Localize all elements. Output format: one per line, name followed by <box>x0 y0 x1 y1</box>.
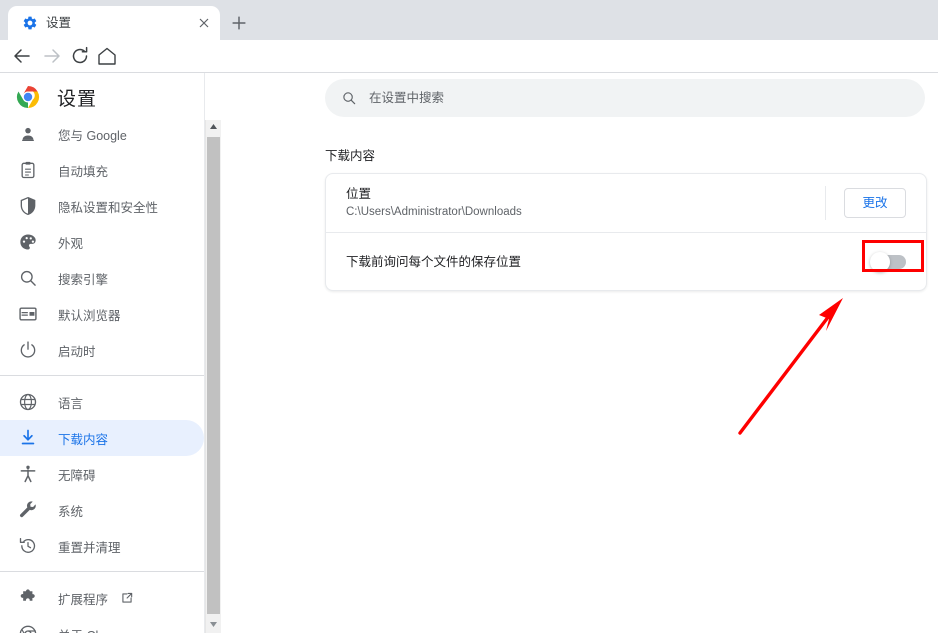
tab-title: 设置 <box>46 16 72 30</box>
sidebar-item-label: 扩展程序 <box>58 592 109 607</box>
sidebar-item-label: 默认浏览器 <box>58 308 121 323</box>
ask-where-to-save-label: 下载前询问每个文件的保存位置 <box>346 254 522 269</box>
ask-where-to-save-toggle[interactable] <box>870 251 906 272</box>
palette-icon <box>20 234 36 250</box>
chrome-logo-icon <box>16 86 40 108</box>
magnifier-icon <box>20 270 36 286</box>
search-icon <box>343 92 356 105</box>
row-divider <box>825 186 826 220</box>
close-icon[interactable] <box>196 15 212 31</box>
settings-page: 设置 您与 Google 自动填充 隐私设置和安全性 外观 搜索引擎 默认浏览器… <box>0 73 938 633</box>
browser-toolbar: Chrome chrome://settings/downloads <box>0 40 938 108</box>
sidebar-divider-2 <box>0 571 204 572</box>
external-link-icon <box>122 592 133 603</box>
power-icon <box>20 341 36 358</box>
sidebar-item-downloads[interactable]: 下载内容 <box>0 420 204 456</box>
download-location-row: 位置 C:\Users\Administrator\Downloads 更改 <box>326 174 926 232</box>
clipboard-icon <box>21 161 35 179</box>
scroll-up-arrow-icon <box>210 124 217 129</box>
sidebar-item-label: 启动时 <box>58 344 96 359</box>
sidebar-item-label: 搜索引擎 <box>58 272 109 287</box>
sidebar-item-label: 下载内容 <box>58 432 109 447</box>
home-button[interactable] <box>95 44 119 68</box>
scrollbar-thumb[interactable] <box>207 137 220 614</box>
page-scrollbar[interactable] <box>205 120 221 633</box>
wrench-icon <box>19 501 36 518</box>
sidebar-item-appearance[interactable]: 外观 <box>0 224 204 260</box>
sidebar-item-label: 系统 <box>58 504 84 519</box>
new-tab-button[interactable] <box>228 12 250 34</box>
sidebar-item-label: 语言 <box>58 396 84 411</box>
gear-icon <box>23 16 37 30</box>
sidebar-item-label: 隐私设置和安全性 <box>58 200 159 215</box>
sidebar-item-autofill[interactable]: 自动填充 <box>0 152 204 188</box>
download-location-texts: 位置 C:\Users\Administrator\Downloads <box>346 185 825 221</box>
settings-sidebar: 设置 您与 Google 自动填充 隐私设置和安全性 外观 搜索引擎 默认浏览器… <box>0 73 204 633</box>
settings-header: 设置 <box>0 78 97 116</box>
puzzle-icon <box>20 589 35 601</box>
sidebar-item-label: 您与 Google <box>58 128 127 143</box>
forward-button[interactable] <box>40 44 64 68</box>
toggle-knob <box>870 251 890 272</box>
sidebar-item-label: 自动填充 <box>58 164 109 179</box>
sidebar-item-privacy-and-security[interactable]: 隐私设置和安全性 <box>0 188 204 224</box>
sidebar-divider-1 <box>0 375 204 376</box>
sidebar-item-reset-and-clean-up[interactable]: 重置并清理 <box>0 528 204 564</box>
sidebar-item-label: 外观 <box>58 236 84 251</box>
accessibility-icon <box>20 465 36 483</box>
ask-where-to-save-texts: 下载前询问每个文件的保存位置 <box>346 253 872 271</box>
sidebar-item-label: 关于 Chrome <box>58 625 131 633</box>
tab-strip: 设置 <box>0 0 938 40</box>
download-icon <box>21 429 35 445</box>
downloads-settings-card: 位置 C:\Users\Administrator\Downloads 更改 下… <box>325 173 927 291</box>
settings-main: 下载内容 位置 C:\Users\Administrator\Downloads… <box>221 73 938 633</box>
download-location-label: 位置 <box>346 187 372 201</box>
sidebar-item-default-browser[interactable]: 默认浏览器 <box>0 296 204 332</box>
sidebar-item-label: 无障碍 <box>58 468 96 483</box>
change-location-button[interactable]: 更改 <box>844 188 906 218</box>
scroll-down-arrow-icon <box>210 622 217 627</box>
ask-where-to-save-row: 下载前询问每个文件的保存位置 <box>326 232 926 290</box>
settings-search-box[interactable] <box>325 79 925 117</box>
sidebar-item-label: 重置并清理 <box>58 540 121 555</box>
tab-settings[interactable]: 设置 <box>8 6 220 40</box>
sidebar-item-extensions[interactable]: 扩展程序 <box>0 580 204 616</box>
sidebar-item-about-chrome[interactable]: 关于 Chrome <box>0 616 204 633</box>
chrome-outline-icon <box>19 625 37 633</box>
page-title: 设置 <box>57 88 98 110</box>
browser-window-icon <box>19 307 37 321</box>
download-location-path: C:\Users\Administrator\Downloads <box>346 206 522 218</box>
globe-icon <box>19 393 37 411</box>
history-restore-icon <box>19 538 36 553</box>
sidebar-item-accessibility[interactable]: 无障碍 <box>0 456 204 492</box>
back-button[interactable] <box>10 44 34 68</box>
search-input[interactable] <box>369 79 909 117</box>
browser-window: 设置 Chrome <box>0 0 938 633</box>
sidebar-item-search-engine[interactable]: 搜索引擎 <box>0 260 204 296</box>
reload-button[interactable] <box>68 44 92 68</box>
scrollbar-down-button[interactable] <box>206 618 221 633</box>
section-title-downloads: 下载内容 <box>325 149 376 163</box>
sidebar-item-on-startup[interactable]: 启动时 <box>0 332 204 368</box>
person-icon <box>22 127 34 141</box>
sidebar-item-system[interactable]: 系统 <box>0 492 204 528</box>
sidebar-item-you-and-google[interactable]: 您与 Google <box>0 116 204 152</box>
sidebar-item-languages[interactable]: 语言 <box>0 384 204 420</box>
scrollbar-up-button[interactable] <box>206 120 221 135</box>
sidebar-menu: 您与 Google 自动填充 隐私设置和安全性 外观 搜索引擎 默认浏览器 启动… <box>0 116 204 633</box>
shield-icon <box>20 196 36 216</box>
